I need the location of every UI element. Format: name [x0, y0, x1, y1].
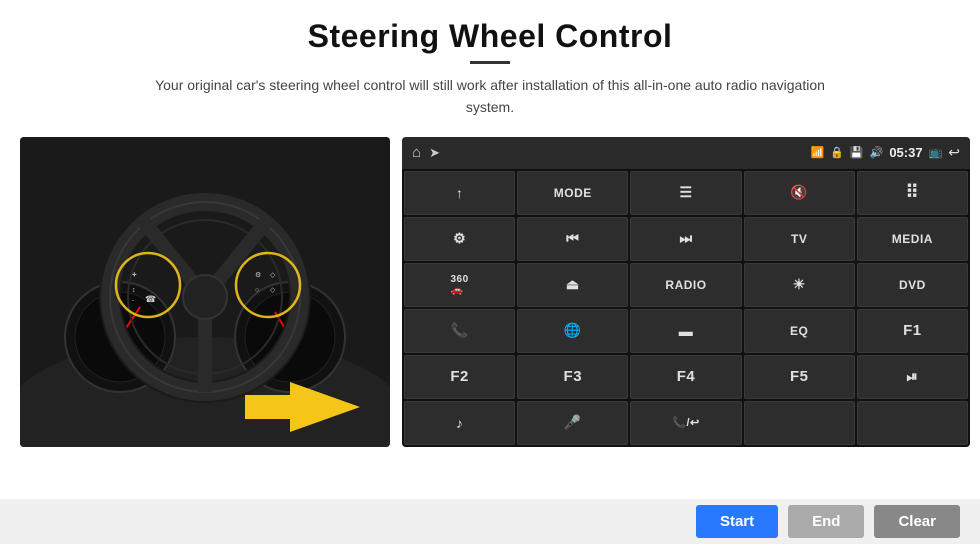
btn-mute[interactable]: 🔇: [744, 171, 855, 215]
control-grid: ↑ MODE ☰ 🔇 ⠿ ⚙ ⏮ ⏭ TV MEDIA 360🚗 ⏏ RADIO…: [402, 169, 970, 447]
back-icon[interactable]: ↩: [948, 144, 960, 161]
btn-empty1: [744, 401, 855, 445]
subtitle: Your original car's steering wheel contr…: [130, 74, 850, 119]
btn-eq[interactable]: EQ: [744, 309, 855, 353]
btn-navigate[interactable]: ↑: [404, 171, 515, 215]
svg-text:◇: ◇: [270, 287, 276, 294]
btn-360[interactable]: 360🚗: [404, 263, 515, 307]
btn-tv[interactable]: TV: [744, 217, 855, 261]
btn-empty2: [857, 401, 968, 445]
btn-call-end[interactable]: 📞/↩: [630, 401, 741, 445]
btn-screen[interactable]: ▬: [630, 309, 741, 353]
end-button[interactable]: End: [788, 505, 864, 538]
btn-menu[interactable]: ☰: [630, 171, 741, 215]
cast-icon: 📺: [929, 146, 943, 159]
btn-brightness[interactable]: ☀: [744, 263, 855, 307]
svg-text:☎: ☎: [145, 294, 156, 304]
page-title: Steering Wheel Control: [60, 18, 920, 55]
btn-next[interactable]: ⏭: [630, 217, 741, 261]
svg-text:+: +: [132, 270, 137, 279]
status-left: ⌂ ➤: [412, 144, 440, 161]
btn-radio[interactable]: RADIO: [630, 263, 741, 307]
status-right: 📶 🔒 💾 🔊 05:37 📺 ↩: [811, 144, 961, 161]
home-icon[interactable]: ⌂: [412, 144, 421, 161]
svg-text:↕: ↕: [132, 287, 136, 294]
status-bar: ⌂ ➤ 📶 🔒 💾 🔊 05:37 📺 ↩: [402, 137, 970, 169]
svg-text:○: ○: [255, 287, 259, 294]
time-display: 05:37: [889, 145, 922, 160]
svg-text:◇: ◇: [270, 272, 276, 279]
svg-text:⚙: ⚙: [255, 271, 261, 279]
navigate-icon[interactable]: ➤: [429, 145, 440, 161]
btn-media[interactable]: MEDIA: [857, 217, 968, 261]
btn-dvd[interactable]: DVD: [857, 263, 968, 307]
title-divider: [470, 61, 510, 64]
start-button[interactable]: Start: [696, 505, 778, 538]
bottom-buttons-row: Start End Clear: [0, 499, 980, 544]
btn-mic[interactable]: 🎤: [517, 401, 628, 445]
clear-button[interactable]: Clear: [874, 505, 960, 538]
steering-wheel-image: + ↕ - ☎ ⚙ ◇ ○ ◇: [20, 137, 390, 447]
btn-internet[interactable]: 🌐: [517, 309, 628, 353]
btn-phone[interactable]: 📞: [404, 309, 515, 353]
page-container: Steering Wheel Control Your original car…: [0, 0, 980, 544]
btn-apps[interactable]: ⠿: [857, 171, 968, 215]
btn-f4[interactable]: F4: [630, 355, 741, 399]
btn-eject[interactable]: ⏏: [517, 263, 628, 307]
bluetooth-icon: 🔊: [870, 146, 884, 159]
sd-icon: 💾: [850, 146, 864, 159]
btn-f2[interactable]: F2: [404, 355, 515, 399]
wifi-icon: 📶: [811, 146, 825, 159]
content-section: + ↕ - ☎ ⚙ ◇ ○ ◇: [0, 127, 980, 544]
btn-playpause[interactable]: ⏯: [857, 355, 968, 399]
btn-settings[interactable]: ⚙: [404, 217, 515, 261]
btn-music[interactable]: ♪: [404, 401, 515, 445]
btn-f3[interactable]: F3: [517, 355, 628, 399]
android-panel: ⌂ ➤ 📶 🔒 💾 🔊 05:37 📺 ↩: [402, 137, 970, 447]
btn-f1[interactable]: F1: [857, 309, 968, 353]
btn-mode[interactable]: MODE: [517, 171, 628, 215]
image-panel-row: + ↕ - ☎ ⚙ ◇ ○ ◇: [0, 127, 980, 499]
lock-icon: 🔒: [830, 146, 844, 159]
btn-prev[interactable]: ⏮: [517, 217, 628, 261]
svg-text:-: -: [132, 298, 134, 304]
btn-f5[interactable]: F5: [744, 355, 855, 399]
header-section: Steering Wheel Control Your original car…: [0, 0, 980, 127]
